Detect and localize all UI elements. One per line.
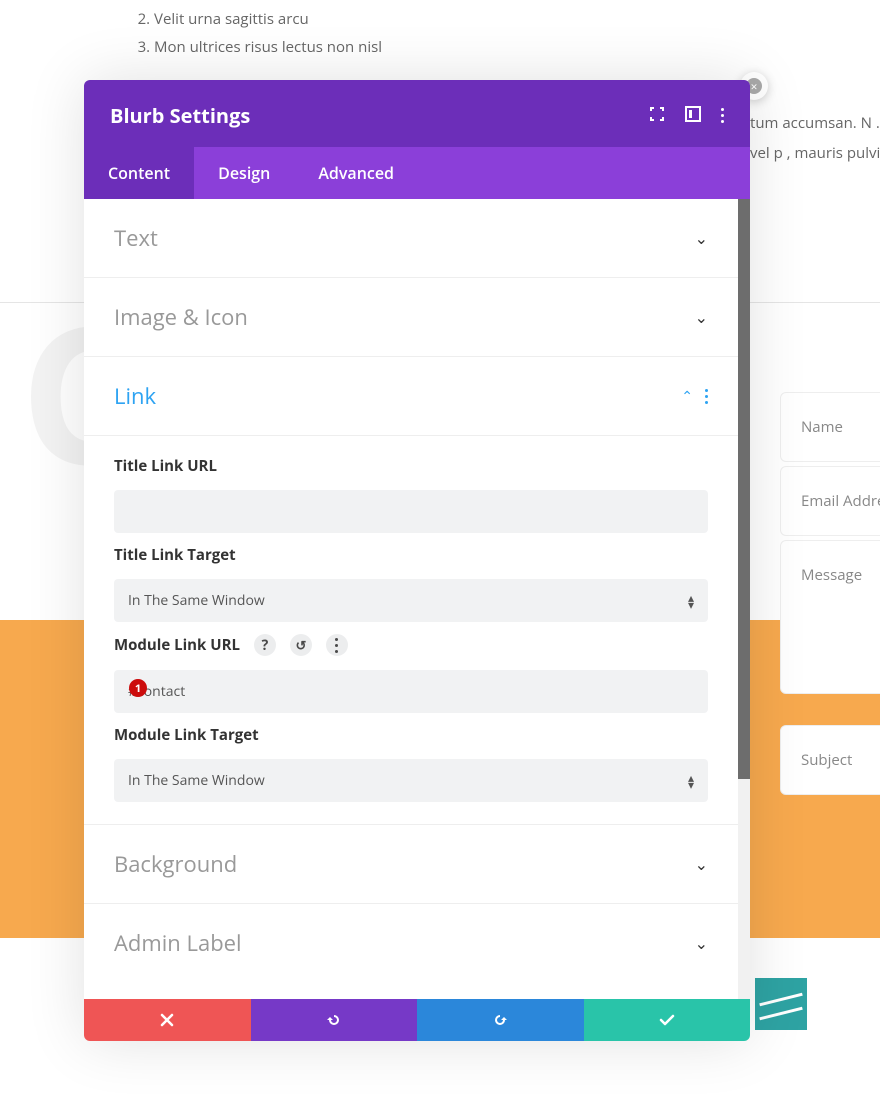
scrollbar-thumb[interactable] <box>738 199 750 779</box>
chevron-down-icon: ⌄ <box>695 932 708 954</box>
section-text[interactable]: Text ⌄ <box>84 199 738 278</box>
select-title-target[interactable] <box>114 579 708 622</box>
kebab-menu-icon[interactable] <box>326 634 348 656</box>
check-icon <box>659 1012 675 1028</box>
snap-icon[interactable] <box>685 105 701 127</box>
module-icon[interactable] <box>755 978 807 1030</box>
help-row[interactable]: ? Help <box>84 982 738 999</box>
label-title-url: Title Link URL <box>114 456 708 476</box>
label-module-url: Module Link URL ? ↺ <box>114 634 708 656</box>
scrollbar[interactable] <box>738 199 750 999</box>
list-item: Velit urna sagittis arcu <box>154 5 382 33</box>
undo-button[interactable] <box>251 999 418 1041</box>
modal-body: Text ⌄ Image & Icon ⌄ Link ⌃ Title Link … <box>84 199 750 999</box>
section-admin-label[interactable]: Admin Label ⌄ <box>84 904 738 982</box>
section-background[interactable]: Background ⌄ <box>84 825 738 904</box>
list-item: Mon ultrices risus lectus non nisl <box>154 33 382 61</box>
close-icon <box>159 1012 175 1028</box>
kebab-menu-icon[interactable] <box>721 108 724 123</box>
tab-design[interactable]: Design <box>194 147 294 199</box>
chevron-up-icon: ⌃ <box>681 387 693 406</box>
tab-content[interactable]: Content <box>84 147 194 199</box>
header-icons <box>649 105 724 127</box>
section-image-icon[interactable]: Image & Icon ⌄ <box>84 278 738 357</box>
undo-icon <box>326 1012 342 1028</box>
label-module-target: Module Link Target <box>114 725 708 745</box>
cancel-button[interactable] <box>84 999 251 1041</box>
chevron-down-icon: ⌄ <box>695 227 708 249</box>
tabs: Content Design Advanced <box>84 147 750 199</box>
kebab-menu-icon[interactable] <box>705 389 708 404</box>
section-link[interactable]: Link ⌃ <box>84 357 738 436</box>
section-link-content: Title Link URL Title Link Target ▴▾ Modu… <box>84 436 738 825</box>
form-field-email[interactable]: Email Addre <box>780 466 880 536</box>
form-field-message[interactable]: Message <box>780 540 880 694</box>
save-button[interactable] <box>584 999 751 1041</box>
redo-icon <box>492 1012 508 1028</box>
reset-icon[interactable]: ↺ <box>290 634 312 656</box>
settings-modal: Blurb Settings Content Design Advanced T… <box>84 80 750 1041</box>
annotation-badge: 1 <box>129 679 147 697</box>
select-module-target[interactable] <box>114 759 708 802</box>
input-title-url[interactable] <box>114 490 708 533</box>
tab-advanced[interactable]: Advanced <box>294 147 418 199</box>
redo-button[interactable] <box>417 999 584 1041</box>
expand-icon[interactable] <box>649 105 665 127</box>
form-field-subject[interactable]: Subject <box>780 725 880 795</box>
help-icon[interactable]: ? <box>254 634 276 656</box>
modal-header: Blurb Settings <box>84 80 750 147</box>
chevron-down-icon: ⌄ <box>695 853 708 875</box>
background-paragraph: tum accumsan. N . ultricies vel p , maur… <box>750 108 880 168</box>
input-module-url[interactable] <box>114 670 708 713</box>
label-title-target: Title Link Target <box>114 545 708 565</box>
chevron-down-icon: ⌄ <box>695 306 708 328</box>
modal-footer <box>84 999 750 1041</box>
modal-title: Blurb Settings <box>110 102 250 129</box>
form-field-name[interactable]: Name <box>780 392 880 462</box>
